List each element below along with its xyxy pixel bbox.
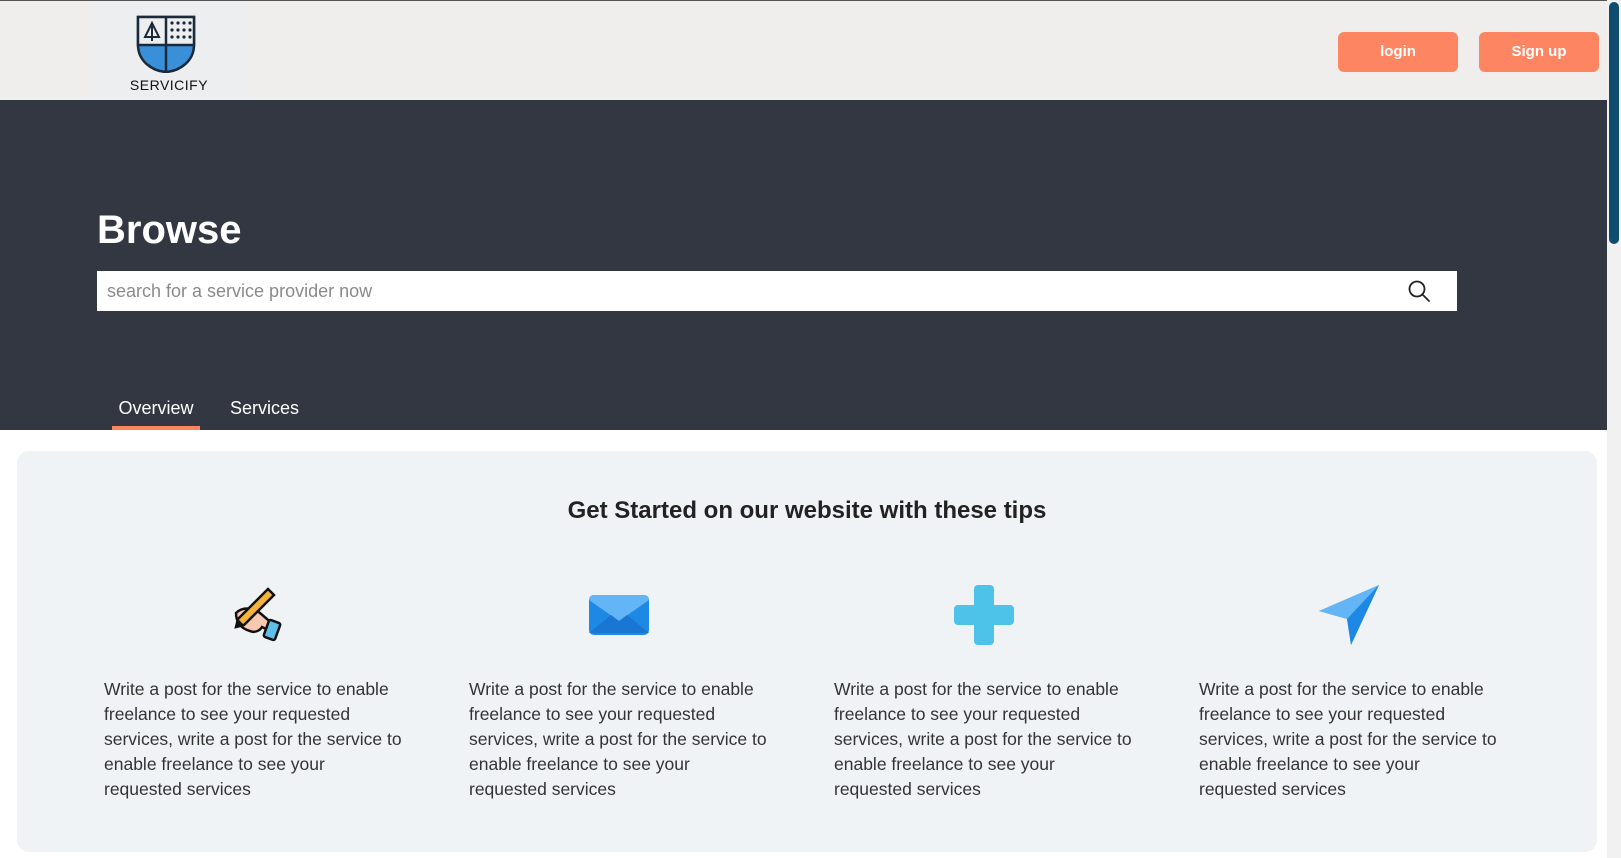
paper-plane-icon xyxy=(1319,585,1379,645)
search-input[interactable] xyxy=(97,271,1417,311)
tip-card: Write a post for the service to enable f… xyxy=(104,583,404,802)
browse-hero: Browse Overview Services xyxy=(0,100,1607,430)
page-title: Browse xyxy=(97,208,242,252)
tip-text: Write a post for the service to enable f… xyxy=(104,679,402,799)
logo[interactable]: SERVICIFY xyxy=(92,1,246,101)
active-tab-indicator xyxy=(112,426,200,430)
signup-button[interactable]: Sign up xyxy=(1479,32,1599,72)
tips-heading: Get Started on our website with these ti… xyxy=(567,497,1047,524)
tip-text: Write a post for the service to enable f… xyxy=(469,679,767,799)
search-icon[interactable] xyxy=(1407,279,1431,303)
page-scrollbar[interactable] xyxy=(1607,0,1621,858)
logo-text: SERVICIFY xyxy=(129,77,209,93)
tab-overview[interactable]: Overview xyxy=(112,398,200,419)
tip-card: Write a post for the service to enable f… xyxy=(1199,583,1499,802)
tips-panel: Get Started on our website with these ti… xyxy=(17,451,1597,852)
login-button[interactable]: login xyxy=(1338,32,1458,72)
scrollbar-thumb[interactable] xyxy=(1609,2,1619,244)
tip-text: Write a post for the service to enable f… xyxy=(1199,679,1497,799)
shield-logo-icon xyxy=(136,15,196,73)
tab-services[interactable]: Services xyxy=(230,398,299,419)
envelope-icon xyxy=(589,595,649,635)
top-header: SERVICIFY login Sign up xyxy=(0,0,1607,101)
tip-text: Write a post for the service to enable f… xyxy=(834,679,1132,799)
plus-icon xyxy=(954,585,1014,645)
tip-card: Write a post for the service to enable f… xyxy=(469,583,769,802)
tip-card: Write a post for the service to enable f… xyxy=(834,583,1134,802)
hand-writing-pen-icon xyxy=(234,587,282,642)
search-bar xyxy=(97,271,1457,311)
